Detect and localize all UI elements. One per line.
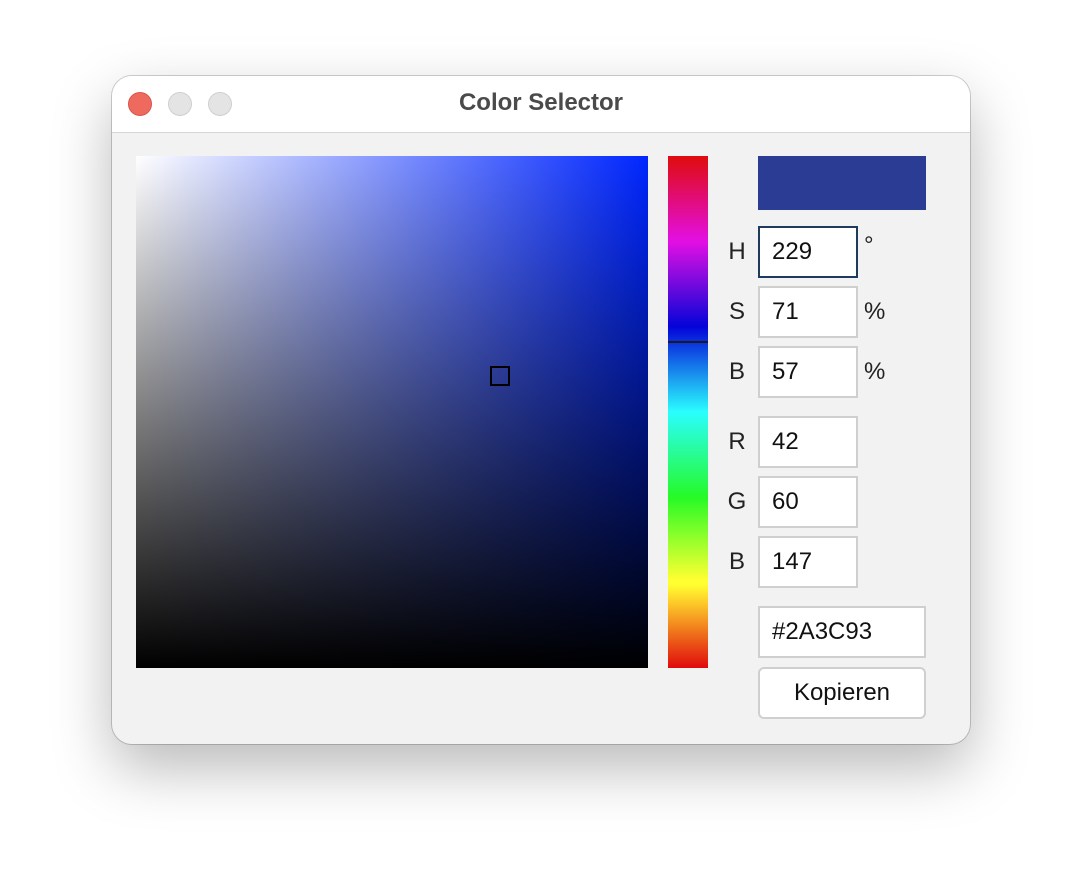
brightness-label: B	[728, 358, 745, 385]
color-preview-swatch	[758, 156, 926, 210]
red-label: R	[728, 428, 746, 455]
brightness-field[interactable]	[758, 346, 858, 398]
hue-unit: °	[864, 232, 874, 259]
hue-slider[interactable]	[668, 156, 708, 668]
hue-field[interactable]	[758, 226, 858, 278]
hue-indicator[interactable]	[668, 341, 708, 344]
blue-label: B	[728, 548, 745, 575]
color-marker[interactable]	[489, 366, 510, 387]
saturation-brightness-picker[interactable]	[136, 156, 648, 668]
saturation-label: S	[728, 298, 745, 325]
hue-label: H	[728, 238, 746, 265]
brightness-gradient	[136, 156, 648, 668]
saturation-unit: %	[864, 298, 886, 325]
red-field[interactable]	[758, 416, 858, 468]
title-bar: Color Selector	[112, 76, 970, 133]
hex-field[interactable]	[758, 606, 926, 658]
blue-field[interactable]	[758, 536, 858, 588]
brightness-unit: %	[864, 358, 886, 385]
zoom-icon[interactable]	[208, 92, 232, 116]
green-label: G	[727, 488, 747, 515]
window-title: Color Selector	[458, 89, 624, 116]
minimize-icon[interactable]	[168, 92, 192, 116]
green-field[interactable]	[758, 476, 858, 528]
saturation-field[interactable]	[758, 286, 858, 338]
copy-button[interactable]: Kopieren	[758, 667, 926, 719]
close-icon[interactable]	[128, 92, 152, 116]
color-selector-window: Color Selector H ° S % B % R G B Kopiere…	[112, 76, 970, 744]
